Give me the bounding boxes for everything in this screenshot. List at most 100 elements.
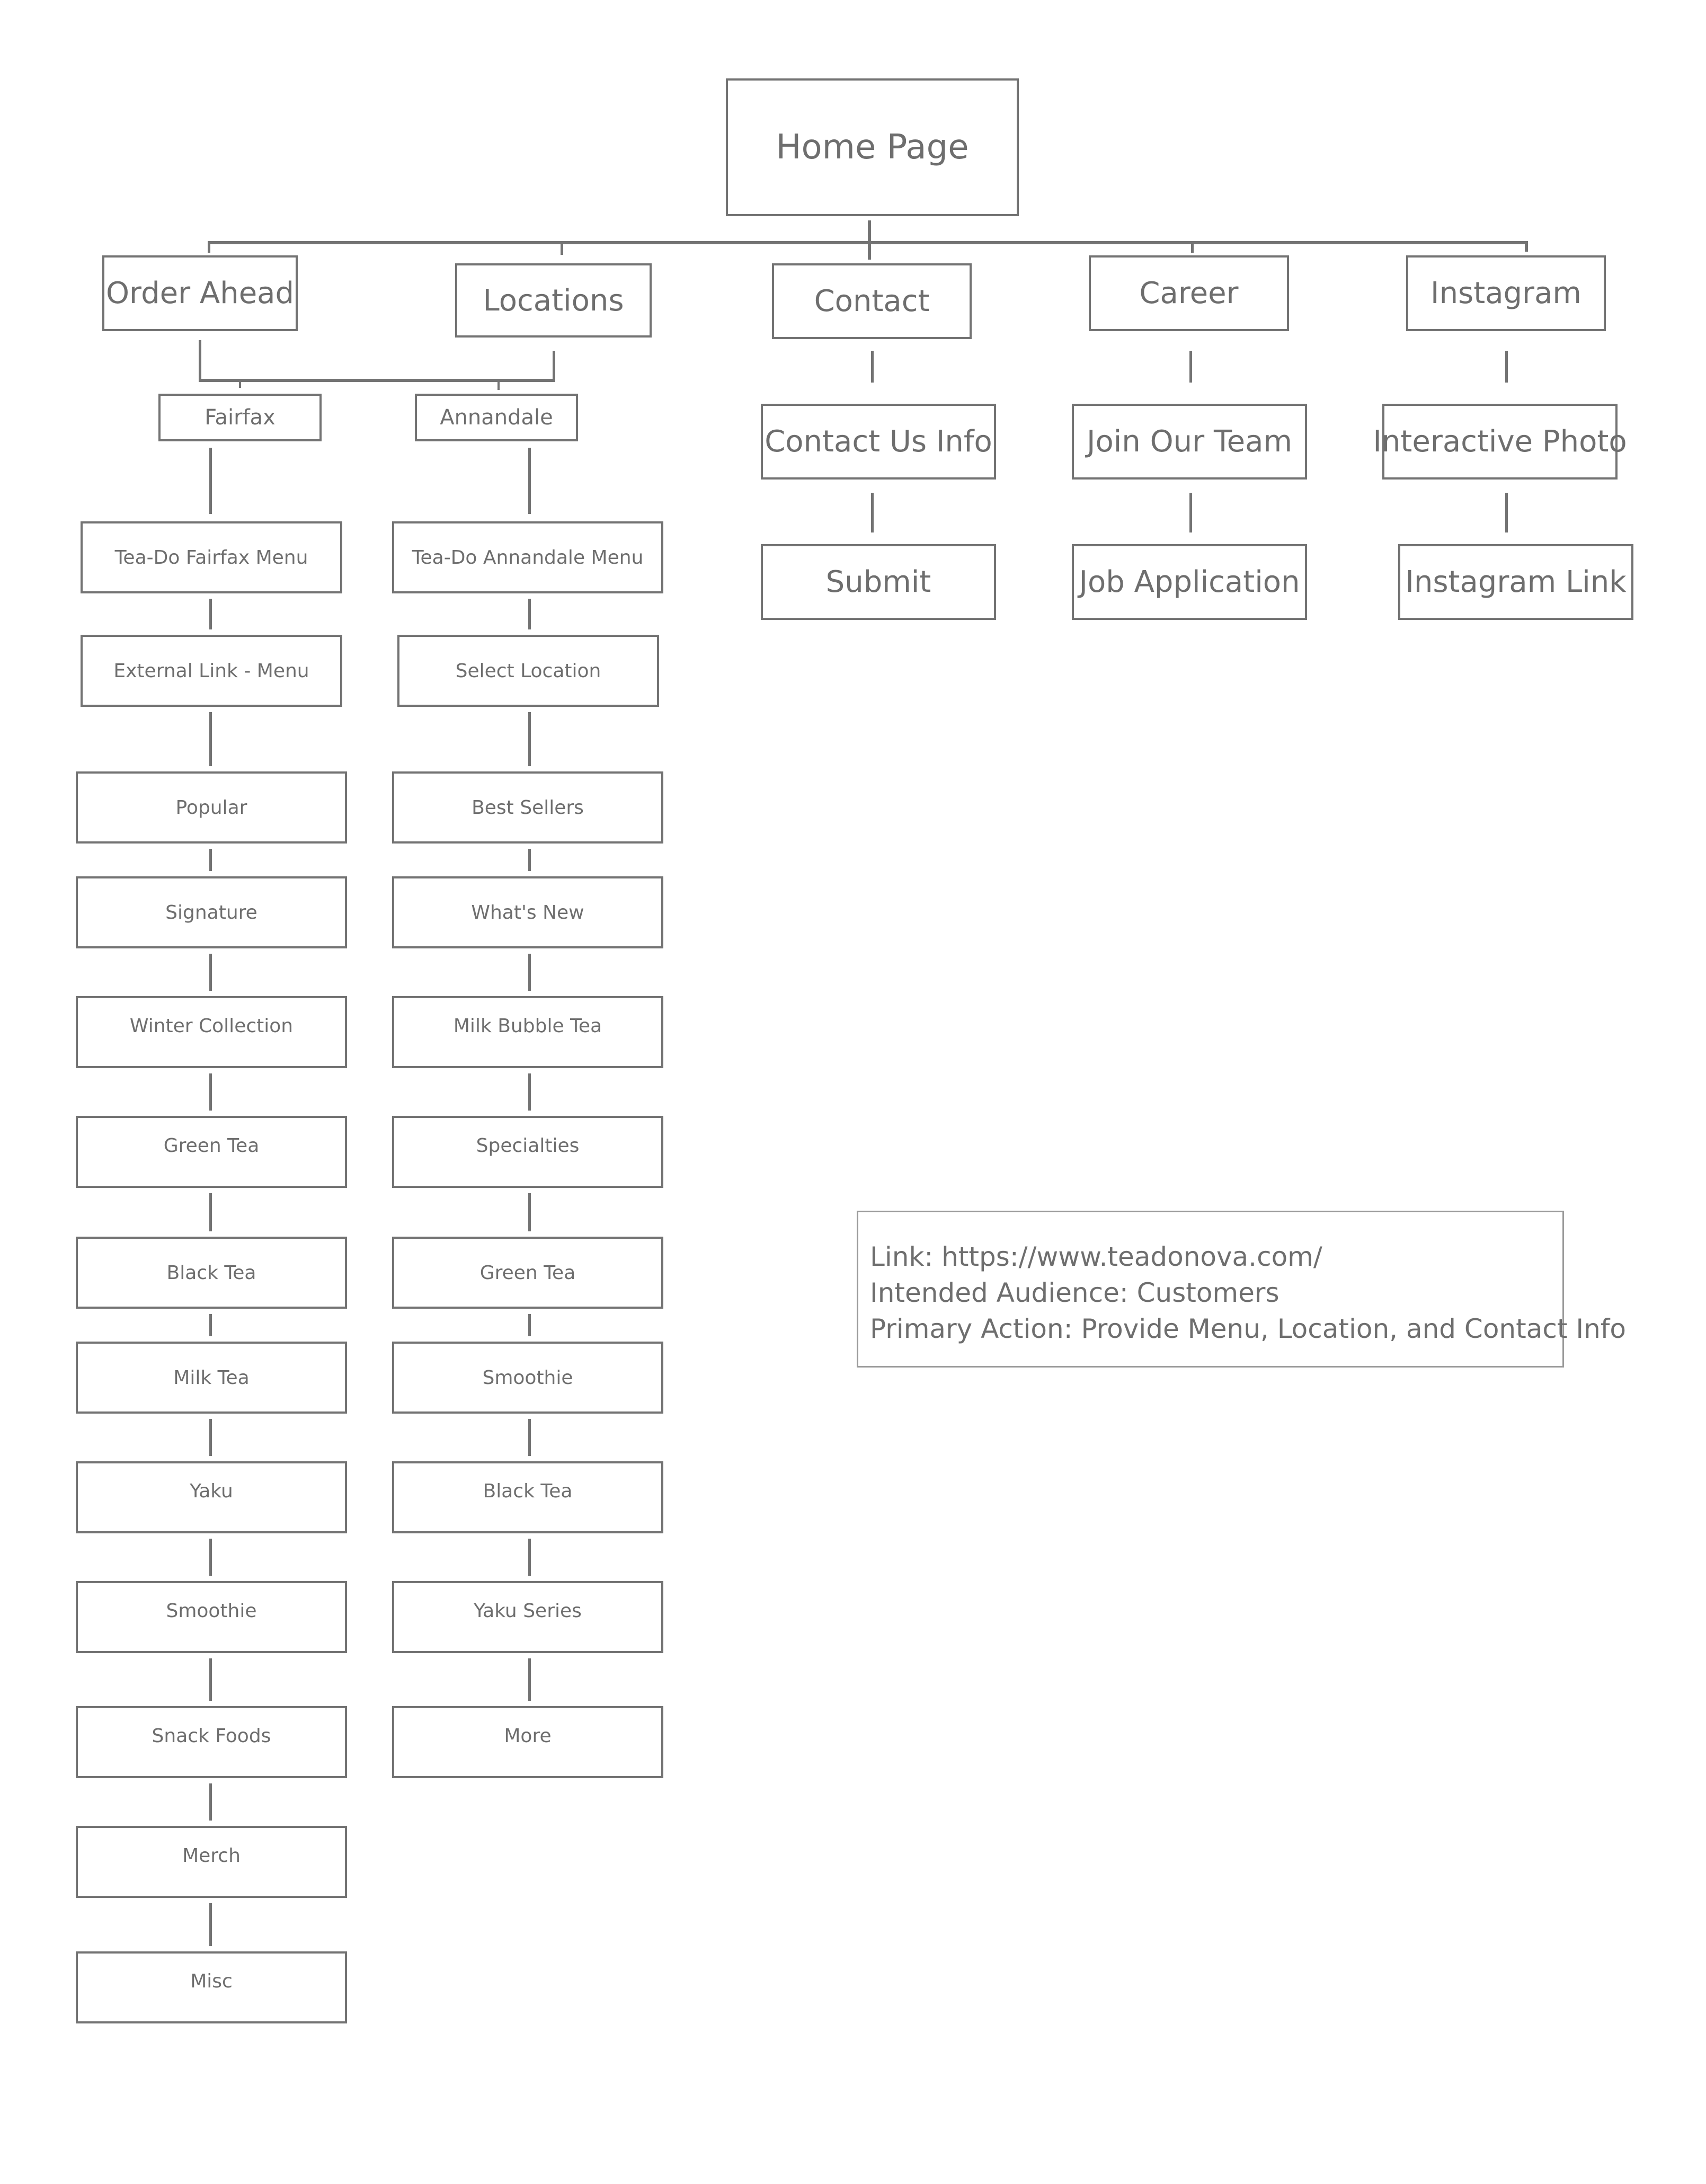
home-page-label: Home Page bbox=[776, 128, 969, 167]
contact-node: Contact bbox=[772, 263, 972, 339]
fairfax-menu-item-connector bbox=[209, 1783, 212, 1821]
annandale-menu-item-connector bbox=[528, 1658, 531, 1701]
annandale-menu-item-node: Smoothie bbox=[392, 1342, 663, 1414]
fairfax-menu-item-label: External Link - Menu bbox=[113, 660, 309, 682]
home-page-node: Home Page bbox=[726, 78, 1019, 216]
connector-instagram bbox=[1525, 241, 1528, 252]
fairfax-menu-item-node: Smoothie bbox=[76, 1581, 347, 1653]
locations-label: Locations bbox=[483, 283, 624, 318]
interactive-photo-node: Interactive Photo bbox=[1373, 404, 1627, 480]
annandale-menu-item-connector bbox=[528, 954, 531, 991]
job-application-label: Job Application bbox=[1079, 565, 1300, 599]
annandale-menu-item-connector bbox=[528, 1073, 531, 1111]
fairfax-menu-item-label: Snack Foods bbox=[152, 1725, 271, 1747]
fairfax-menu-item-node: Popular bbox=[76, 771, 347, 844]
annandale-menu-item-node: Tea-Do Annandale Menu bbox=[392, 521, 663, 593]
annandale-menu-item-connector bbox=[528, 712, 531, 766]
fairfax-menu-item-node: Misc bbox=[76, 1951, 347, 2023]
connector-locations bbox=[561, 241, 563, 255]
interactive-photo-label: Interactive Photo bbox=[1373, 424, 1627, 459]
connector-contact-2 bbox=[871, 493, 874, 532]
join-our-team-node: Join Our Team bbox=[1072, 404, 1307, 480]
annandale-menu-item-connector bbox=[528, 849, 531, 871]
annandale-menu-item-connector bbox=[528, 1193, 531, 1231]
fairfax-menu-item-connector bbox=[209, 954, 212, 991]
annandale-node: Annandale bbox=[415, 394, 578, 441]
annandale-menu-item-node: Milk Bubble Tea bbox=[392, 996, 663, 1068]
annandale-menu-item-label: Yaku Series bbox=[474, 1600, 582, 1622]
fairfax-menu-item-label: Milk Tea bbox=[173, 1366, 250, 1389]
annandale-menu-item-label: What's New bbox=[471, 901, 584, 924]
fairfax-menu-item-connector bbox=[209, 849, 212, 871]
fairfax-menu-item-node: Green Tea bbox=[76, 1116, 347, 1188]
annandale-menu-item-connector bbox=[528, 1314, 531, 1336]
connector-contact-1 bbox=[871, 351, 874, 383]
annandale-menu-item-connector bbox=[528, 1419, 531, 1456]
connector-fairfax bbox=[239, 380, 241, 388]
fairfax-menu-item-label: Winter Collection bbox=[129, 1015, 294, 1037]
annandale-menu-item-node: More bbox=[392, 1706, 663, 1778]
join-our-team-label: Join Our Team bbox=[1086, 424, 1293, 459]
connector-order-ahead bbox=[208, 241, 210, 253]
annandale-menu-item-node: Specialties bbox=[392, 1116, 663, 1188]
connector-root-down bbox=[868, 220, 871, 260]
annandale-menu-item-connector-start bbox=[528, 448, 531, 514]
instagram-label: Instagram bbox=[1430, 276, 1581, 310]
fairfax-menu-item-node: Black Tea bbox=[76, 1237, 347, 1309]
annandale-menu-item-node: Green Tea bbox=[392, 1237, 663, 1309]
connector-annandale bbox=[497, 380, 500, 390]
annandale-menu-item-label: Select Location bbox=[455, 660, 601, 682]
submit-label: Submit bbox=[825, 565, 931, 599]
connector-instagram-1 bbox=[1505, 351, 1508, 383]
annandale-label: Annandale bbox=[440, 405, 553, 430]
annandale-menu-item-label: Best Sellers bbox=[472, 796, 584, 819]
annandale-menu-item-node: Yaku Series bbox=[392, 1581, 663, 1653]
annandale-menu-item-label: Specialties bbox=[476, 1135, 580, 1157]
contact-label: Contact bbox=[814, 284, 930, 318]
connector-locations-bus bbox=[199, 379, 555, 382]
fairfax-menu-item-connector-start bbox=[209, 448, 212, 514]
fairfax-menu-item-node: Winter Collection bbox=[76, 996, 347, 1068]
connector-order-ahead-down bbox=[199, 340, 201, 381]
annandale-menu-item-node: Best Sellers bbox=[392, 771, 663, 844]
fairfax-label: Fairfax bbox=[205, 405, 276, 430]
fairfax-menu-item-connector bbox=[209, 1903, 212, 1946]
instagram-link-label: Instagram Link bbox=[1405, 565, 1627, 599]
fairfax-menu-item-node: Milk Tea bbox=[76, 1342, 347, 1414]
fairfax-node: Fairfax bbox=[158, 394, 322, 441]
site-info-box: Link: https://www.teadonova.com/ Intende… bbox=[857, 1211, 1626, 1368]
fairfax-menu-item-connector bbox=[209, 599, 212, 629]
primary-action-text: Primary Action: Provide Menu, Location, … bbox=[870, 1313, 1626, 1344]
connector-career-1 bbox=[1189, 351, 1192, 383]
annandale-menu-item-label: Tea-Do Annandale Menu bbox=[412, 546, 644, 569]
fairfax-menu-item-node: Merch bbox=[76, 1826, 347, 1898]
connector-career bbox=[1191, 241, 1194, 253]
career-label: Career bbox=[1139, 276, 1239, 310]
fairfax-menu-item-connector bbox=[209, 712, 212, 766]
fairfax-menu-item-node: Yaku bbox=[76, 1461, 347, 1533]
submit-node: Submit bbox=[761, 544, 996, 620]
connector-instagram-2 bbox=[1505, 493, 1508, 532]
annandale-menu-item-node: What's New bbox=[392, 876, 663, 948]
fairfax-menu-item-label: Green Tea bbox=[163, 1135, 260, 1157]
contact-us-info-node: Contact Us Info bbox=[761, 404, 996, 480]
fairfax-menu-item-connector bbox=[209, 1419, 212, 1456]
fairfax-menu-item-label: Signature bbox=[165, 901, 257, 924]
fairfax-menu-item-label: Yaku bbox=[190, 1480, 233, 1502]
annandale-menu-item-node: Select Location bbox=[397, 635, 659, 707]
annandale-menu-item-label: More bbox=[504, 1725, 552, 1747]
connector-top-bus bbox=[208, 241, 1528, 244]
fairfax-menu-item-label: Black Tea bbox=[166, 1262, 256, 1284]
fairfax-menu-item-label: Merch bbox=[182, 1845, 241, 1867]
instagram-link-node: Instagram Link bbox=[1398, 544, 1633, 620]
connector-locations-down bbox=[553, 351, 555, 381]
fairfax-menu-item-connector bbox=[209, 1658, 212, 1701]
fairfax-menu-item-node: Snack Foods bbox=[76, 1706, 347, 1778]
annandale-menu-item-label: Black Tea bbox=[483, 1480, 573, 1502]
fairfax-menu-item-connector bbox=[209, 1073, 212, 1111]
order-ahead-node: Order Ahead bbox=[102, 255, 298, 331]
order-ahead-label: Order Ahead bbox=[105, 276, 295, 310]
annandale-menu-item-label: Green Tea bbox=[479, 1262, 576, 1284]
locations-node: Locations bbox=[455, 263, 652, 338]
fairfax-menu-item-label: Misc bbox=[190, 1970, 233, 1992]
